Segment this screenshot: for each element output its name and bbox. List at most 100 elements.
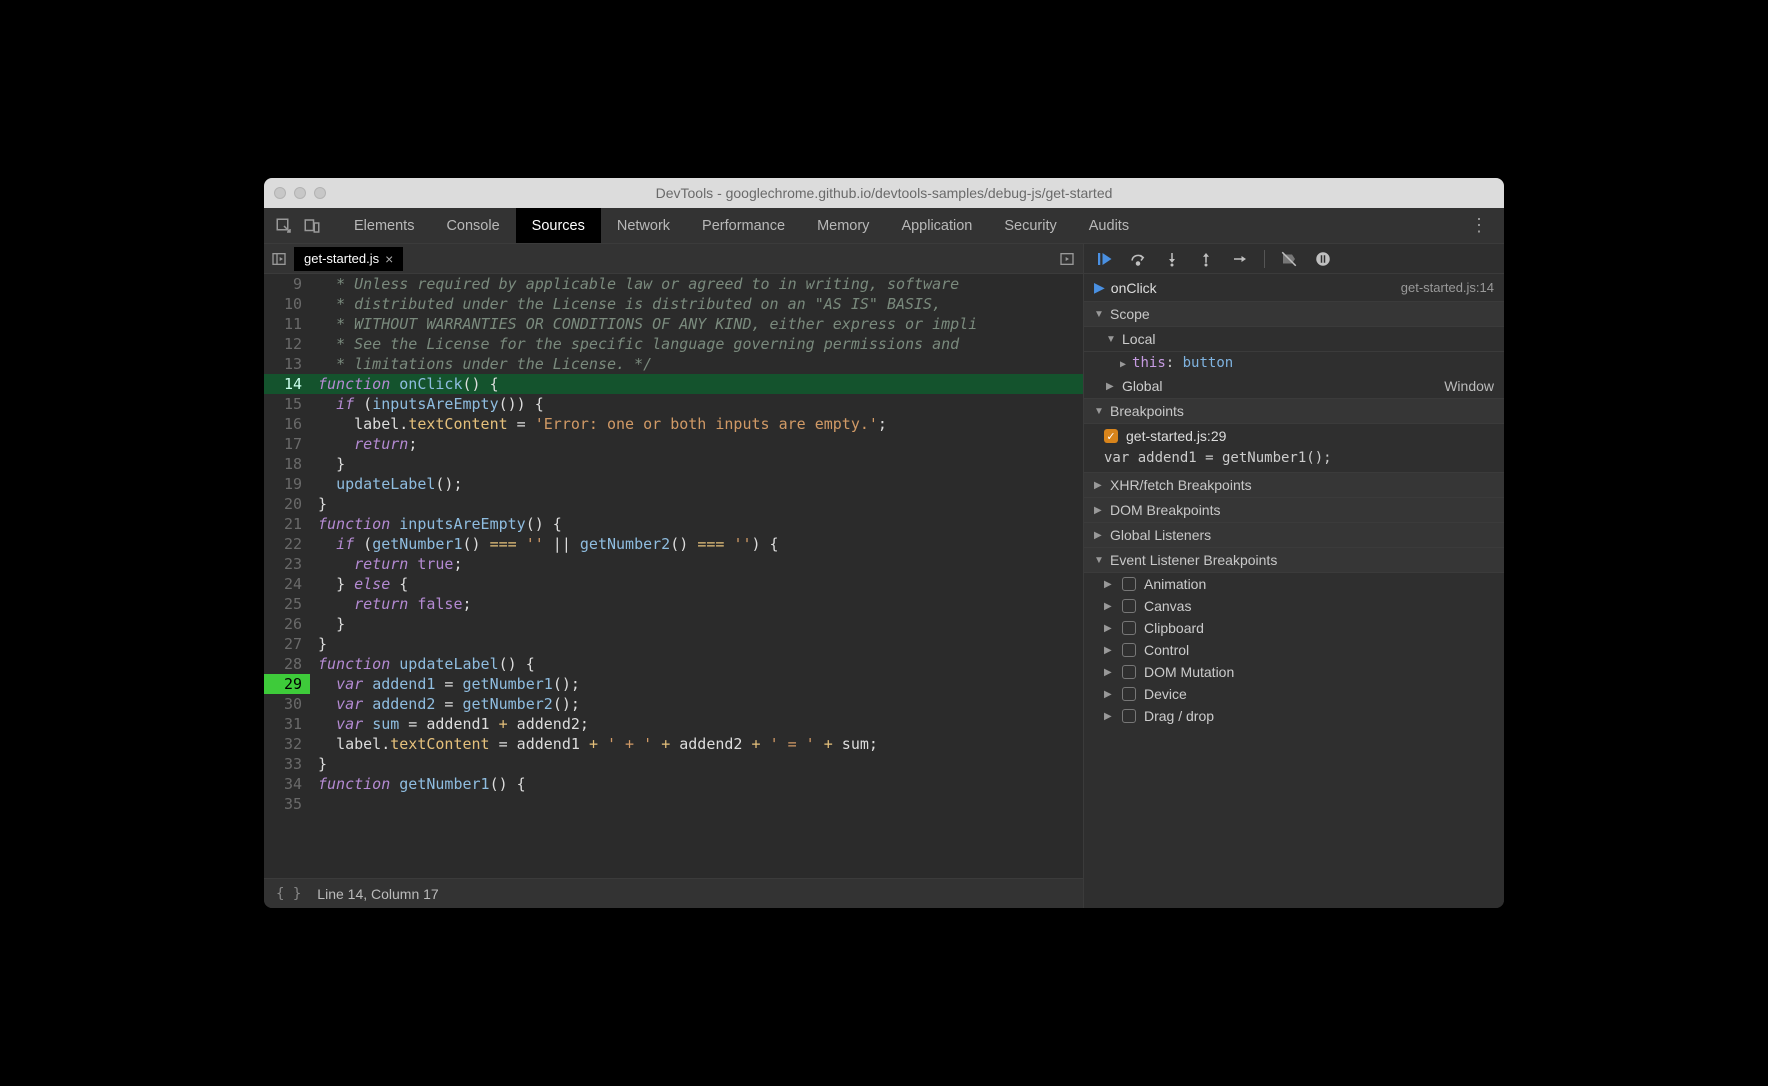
gutter[interactable]: 17 <box>264 434 310 454</box>
code-line[interactable]: 10 * distributed under the License is di… <box>264 294 1083 314</box>
step-over-icon[interactable] <box>1128 249 1148 269</box>
gutter[interactable]: 26 <box>264 614 310 634</box>
checkbox-checked-icon[interactable]: ✓ <box>1104 429 1118 443</box>
scope-local[interactable]: ▼Local <box>1084 327 1504 352</box>
event-category[interactable]: ▶Device <box>1084 683 1504 705</box>
panel-tab-sources[interactable]: Sources <box>516 208 601 243</box>
code-line[interactable]: 28function updateLabel() { <box>264 654 1083 674</box>
code-line[interactable]: 13 * limitations under the License. */ <box>264 354 1083 374</box>
expand-icon[interactable]: ▶ <box>1104 579 1114 590</box>
gutter[interactable]: 24 <box>264 574 310 594</box>
file-tab-active[interactable]: get-started.js × <box>294 247 403 271</box>
event-category[interactable]: ▶Drag / drop <box>1084 705 1504 727</box>
event-category[interactable]: ▶Control <box>1084 639 1504 661</box>
panel-tab-console[interactable]: Console <box>430 208 515 243</box>
panel-tab-performance[interactable]: Performance <box>686 208 801 243</box>
section-event-listener-breakpoints[interactable]: ▼Event Listener Breakpoints <box>1084 548 1504 573</box>
gutter[interactable]: 10 <box>264 294 310 314</box>
pause-exceptions-icon[interactable] <box>1313 249 1333 269</box>
gutter[interactable]: 12 <box>264 334 310 354</box>
section-global-listeners[interactable]: ▶Global Listeners <box>1084 523 1504 548</box>
expand-icon[interactable]: ▶ <box>1104 667 1114 678</box>
step-into-icon[interactable] <box>1162 249 1182 269</box>
code-line[interactable]: 12 * See the License for the specific la… <box>264 334 1083 354</box>
gutter[interactable]: 11 <box>264 314 310 334</box>
code-line[interactable]: 21function inputsAreEmpty() { <box>264 514 1083 534</box>
code-line[interactable]: 18 } <box>264 454 1083 474</box>
section-scope[interactable]: ▼Scope <box>1084 302 1504 327</box>
scope-this[interactable]: ▶ this: button <box>1084 352 1504 374</box>
code-line[interactable]: 35 <box>264 794 1083 814</box>
device-toggle-icon[interactable] <box>298 212 326 240</box>
code-line[interactable]: 25 return false; <box>264 594 1083 614</box>
callstack-current[interactable]: ▶ onClick get-started.js:14 <box>1084 274 1504 302</box>
code-line[interactable]: 33} <box>264 754 1083 774</box>
expand-icon[interactable]: ▶ <box>1104 711 1114 722</box>
gutter[interactable]: 23 <box>264 554 310 574</box>
gutter[interactable]: 20 <box>264 494 310 514</box>
event-category[interactable]: ▶Animation <box>1084 573 1504 595</box>
close-icon[interactable]: × <box>385 251 393 267</box>
section-breakpoints[interactable]: ▼Breakpoints <box>1084 399 1504 424</box>
code-editor[interactable]: 9 * Unless required by applicable law or… <box>264 274 1083 878</box>
inspect-icon[interactable] <box>270 212 298 240</box>
panel-tab-security[interactable]: Security <box>988 208 1072 243</box>
gutter[interactable]: 21 <box>264 514 310 534</box>
code-line[interactable]: 19 updateLabel(); <box>264 474 1083 494</box>
checkbox-empty-icon[interactable] <box>1122 665 1136 679</box>
deactivate-breakpoints-icon[interactable] <box>1279 249 1299 269</box>
scope-global[interactable]: ▶GlobalWindow <box>1084 374 1504 399</box>
gutter[interactable]: 18 <box>264 454 310 474</box>
gutter[interactable]: 28 <box>264 654 310 674</box>
gutter[interactable]: 34 <box>264 774 310 794</box>
code-line[interactable]: 15 if (inputsAreEmpty()) { <box>264 394 1083 414</box>
breakpoint-item[interactable]: ✓ get-started.js:29 <box>1084 424 1504 448</box>
code-line[interactable]: 34function getNumber1() { <box>264 774 1083 794</box>
gutter[interactable]: 30 <box>264 694 310 714</box>
gutter[interactable]: 32 <box>264 734 310 754</box>
gutter[interactable]: 22 <box>264 534 310 554</box>
step-icon[interactable] <box>1230 249 1250 269</box>
gutter[interactable]: 25 <box>264 594 310 614</box>
code-line[interactable]: 17 return; <box>264 434 1083 454</box>
pretty-print-icon[interactable]: { } <box>276 886 301 902</box>
expand-icon[interactable]: ▶ <box>1104 601 1114 612</box>
code-line[interactable]: 9 * Unless required by applicable law or… <box>264 274 1083 294</box>
section-xhr-breakpoints[interactable]: ▶XHR/fetch Breakpoints <box>1084 473 1504 498</box>
run-snippet-icon[interactable] <box>1059 251 1083 267</box>
panel-tab-audits[interactable]: Audits <box>1073 208 1145 243</box>
gutter[interactable]: 19 <box>264 474 310 494</box>
code-line[interactable]: 22 if (getNumber1() === '' || getNumber2… <box>264 534 1083 554</box>
code-line[interactable]: 24 } else { <box>264 574 1083 594</box>
checkbox-empty-icon[interactable] <box>1122 599 1136 613</box>
checkbox-empty-icon[interactable] <box>1122 709 1136 723</box>
gutter[interactable]: 33 <box>264 754 310 774</box>
code-line[interactable]: 30 var addend2 = getNumber2(); <box>264 694 1083 714</box>
section-dom-breakpoints[interactable]: ▶DOM Breakpoints <box>1084 498 1504 523</box>
gutter[interactable]: 13 <box>264 354 310 374</box>
code-line[interactable]: 31 var sum = addend1 + addend2; <box>264 714 1083 734</box>
gutter[interactable]: 15 <box>264 394 310 414</box>
checkbox-empty-icon[interactable] <box>1122 621 1136 635</box>
code-line[interactable]: 23 return true; <box>264 554 1083 574</box>
step-out-icon[interactable] <box>1196 249 1216 269</box>
code-line[interactable]: 16 label.textContent = 'Error: one or bo… <box>264 414 1083 434</box>
gutter[interactable]: 9 <box>264 274 310 294</box>
gutter[interactable]: 16 <box>264 414 310 434</box>
code-line[interactable]: 20} <box>264 494 1083 514</box>
checkbox-empty-icon[interactable] <box>1122 643 1136 657</box>
gutter[interactable]: 14 <box>264 374 310 394</box>
panel-tab-memory[interactable]: Memory <box>801 208 885 243</box>
kebab-menu-icon[interactable]: ⋮ <box>1460 215 1498 236</box>
expand-icon[interactable]: ▶ <box>1104 689 1114 700</box>
navigator-toggle-icon[interactable] <box>264 251 294 267</box>
checkbox-empty-icon[interactable] <box>1122 687 1136 701</box>
expand-icon[interactable]: ▶ <box>1104 645 1114 656</box>
panel-tab-application[interactable]: Application <box>885 208 988 243</box>
gutter[interactable]: 31 <box>264 714 310 734</box>
gutter[interactable]: 35 <box>264 794 310 814</box>
expand-icon[interactable]: ▶ <box>1104 623 1114 634</box>
code-line[interactable]: 14function onClick() { <box>264 374 1083 394</box>
event-category[interactable]: ▶Canvas <box>1084 595 1504 617</box>
panel-tab-network[interactable]: Network <box>601 208 686 243</box>
